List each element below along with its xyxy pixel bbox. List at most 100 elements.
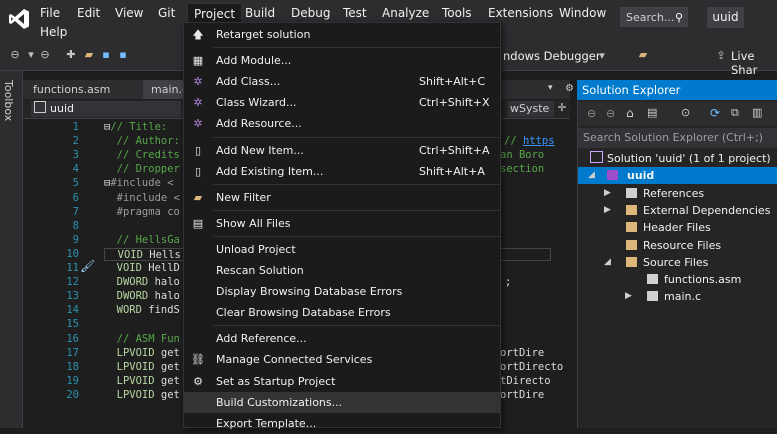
code-line[interactable]: LPVOID get	[104, 347, 180, 360]
switch-views-icon[interactable]: ▤	[647, 106, 657, 119]
tree-node[interactable]: functions.asm	[578, 271, 777, 288]
code-line[interactable]: DWORD halo	[104, 276, 180, 289]
code-line[interactable]: VOID HellD	[104, 262, 180, 275]
home-icon[interactable]: ⌂	[626, 106, 634, 120]
tree-node[interactable]: ▶ main.c	[578, 288, 777, 305]
menu-separator	[213, 47, 500, 49]
solution-node[interactable]: Solution 'uuid' (1 of 1 project)	[590, 150, 771, 167]
live-share-button[interactable]: Live Shar	[731, 49, 777, 77]
menu-item-clear-browsing-database-errors[interactable]: Clear Browsing Database Errors	[184, 302, 500, 323]
menu-item-new-filter[interactable]: ▰ New Filter	[184, 187, 500, 208]
code-line[interactable]: // HellsGa	[104, 234, 180, 247]
collapsed-arrow-icon[interactable]: ▶	[604, 202, 611, 219]
new-project-icon[interactable]: ✚	[64, 48, 78, 62]
forward-icon[interactable]: ⊖	[38, 48, 52, 62]
tree-node[interactable]: ◢ Source Files	[578, 254, 777, 271]
solution-name-badge[interactable]: uuid	[707, 7, 744, 28]
menu-tools[interactable]: Tools	[436, 3, 478, 23]
tab-dropdown-icon[interactable]: ▾	[548, 83, 553, 93]
se-back-icon[interactable]: ⊖	[587, 107, 596, 120]
code-token: DWORD	[104, 290, 155, 303]
menu-item-unload-project[interactable]: Unload Project	[184, 239, 500, 260]
tree-node[interactable]: Header Files	[578, 219, 777, 236]
code-line[interactable]: LPVOID get	[104, 361, 180, 374]
member-combo[interactable]: wSyste	[508, 101, 554, 117]
menu-item-build-customizations[interactable]: Build Customizations...	[184, 391, 500, 413]
menu-view[interactable]: View	[109, 3, 149, 23]
resource-files-folder-icon	[626, 239, 637, 250]
back-icon[interactable]: ⊖	[8, 48, 22, 62]
show-all-icon[interactable]: ▥	[752, 106, 762, 119]
code-token: get	[160, 388, 180, 401]
menu-item-retarget-solution[interactable]: 🡅 Retarget solution	[184, 24, 500, 45]
search-input[interactable]: Search... ⚲	[620, 7, 688, 27]
code-line[interactable]: #pragma co	[104, 206, 180, 219]
save-icon[interactable]: ▪	[99, 48, 113, 62]
menu-item-add-reference[interactable]: Add Reference...	[184, 328, 500, 349]
se-forward-icon[interactable]: ⊖	[606, 107, 615, 120]
menu-item-rescan-solution[interactable]: Rescan Solution	[184, 260, 500, 281]
code-line[interactable]: // ASM Fun	[104, 333, 180, 346]
sync-icon[interactable]: ⟳	[710, 106, 720, 120]
split-editor-icon[interactable]: ✛	[555, 101, 569, 117]
expanded-arrow-icon[interactable]: ◢	[588, 167, 595, 184]
chevron-down-icon[interactable]: ▾	[595, 49, 609, 63]
collapse-all-icon[interactable]: ⧉	[731, 106, 739, 120]
menu-item-display-browsing-database-errors[interactable]: Display Browsing Database Errors	[184, 281, 500, 302]
menu-extensions[interactable]: Extensions	[482, 3, 559, 23]
menu-item-export-template[interactable]: Export Template...	[184, 413, 500, 434]
code-line[interactable]: LPVOID get	[104, 389, 180, 402]
code-token: ortDire	[500, 388, 545, 401]
debugger-label[interactable]: ndows Debugger	[503, 49, 601, 63]
project-node[interactable]: ◢ uuid	[578, 167, 777, 184]
save-all-icon[interactable]: ▪	[116, 48, 130, 62]
solution-folder-icon[interactable]: ▰	[636, 48, 650, 62]
code-line[interactable]: // Dropper	[104, 163, 180, 176]
code-line[interactable]: LPVOID get	[104, 375, 180, 388]
menu-build[interactable]: Build	[239, 3, 281, 23]
live-share-icon[interactable]: ⇪	[714, 49, 728, 63]
menu-item-add-resource[interactable]: ✲ Add Resource...	[184, 113, 500, 134]
tab-options-icon[interactable]: ⚙	[565, 83, 574, 94]
menu-help[interactable]: Help	[34, 22, 73, 42]
project-combo[interactable]: uuid	[31, 101, 181, 117]
expanded-arrow-icon[interactable]: ◢	[604, 254, 611, 271]
dropdown-arrow-icon[interactable]: ▾	[24, 48, 38, 62]
menu-debug[interactable]: Debug	[285, 3, 336, 23]
tab-functions-asm[interactable]: functions.asm	[25, 80, 119, 99]
menu-item-add-existing-item[interactable]: ▯ Add Existing Item... Shift+Alt+A	[184, 161, 500, 182]
collapsed-arrow-icon[interactable]: ▶	[604, 185, 611, 202]
menu-item-add-class[interactable]: ✲ Add Class... Shift+Alt+C	[184, 71, 500, 92]
menu-item-class-wizard[interactable]: ✲ Class Wizard... Ctrl+Shift+X	[184, 92, 500, 113]
menu-item-add-module[interactable]: ▦ Add Module...	[184, 50, 500, 71]
open-folder-icon[interactable]: ▰	[82, 48, 96, 62]
menu-git[interactable]: Git	[152, 3, 181, 23]
menu-item-manage-connected-services[interactable]: ⛓ Manage Connected Services	[184, 349, 500, 370]
code-line[interactable]: #include <	[104, 192, 180, 205]
code-line[interactable]: DWORD halo	[104, 290, 180, 303]
tree-node[interactable]: Resource Files	[578, 237, 777, 254]
menu-window[interactable]: Window	[553, 3, 612, 23]
menu-file[interactable]: File	[34, 3, 66, 23]
quick-action-icon[interactable]: 🖌	[80, 259, 95, 273]
menu-edit[interactable]: Edit	[71, 3, 106, 23]
toolbox-tab[interactable]: Toolbox	[2, 80, 15, 121]
tree-node[interactable]: ▶ External Dependencies	[578, 202, 777, 219]
code-line[interactable]: ⊟#include <	[104, 177, 174, 190]
solution-explorer-search[interactable]: Search Solution Explorer (Ctrl+;)	[578, 128, 777, 148]
collapsed-arrow-icon[interactable]: ▶	[625, 288, 632, 305]
menu-item-add-new-item[interactable]: ▯ Add New Item... Ctrl+Shift+A	[184, 140, 500, 161]
menu-item-show-all-files[interactable]: ▤ Show All Files	[184, 213, 500, 234]
code-line[interactable]: WORD findS	[104, 304, 180, 317]
line-number: 12	[66, 276, 79, 289]
menu-analyze[interactable]: Analyze	[376, 3, 435, 23]
code-line[interactable]: ⊟// Title:	[104, 121, 174, 134]
tree-node[interactable]: ▶ References	[578, 185, 777, 202]
code-line[interactable]: // Author:	[104, 135, 180, 148]
code-token: LPVOID	[104, 388, 161, 401]
menu-item-set-as-startup-project[interactable]: ⚙ Set as Startup Project	[184, 371, 500, 392]
pending-changes-icon[interactable]: ⊙	[681, 106, 690, 119]
code-line[interactable]: // Credits	[104, 149, 180, 162]
visual-studio-logo-icon[interactable]	[8, 8, 30, 30]
menu-test[interactable]: Test	[337, 3, 373, 23]
